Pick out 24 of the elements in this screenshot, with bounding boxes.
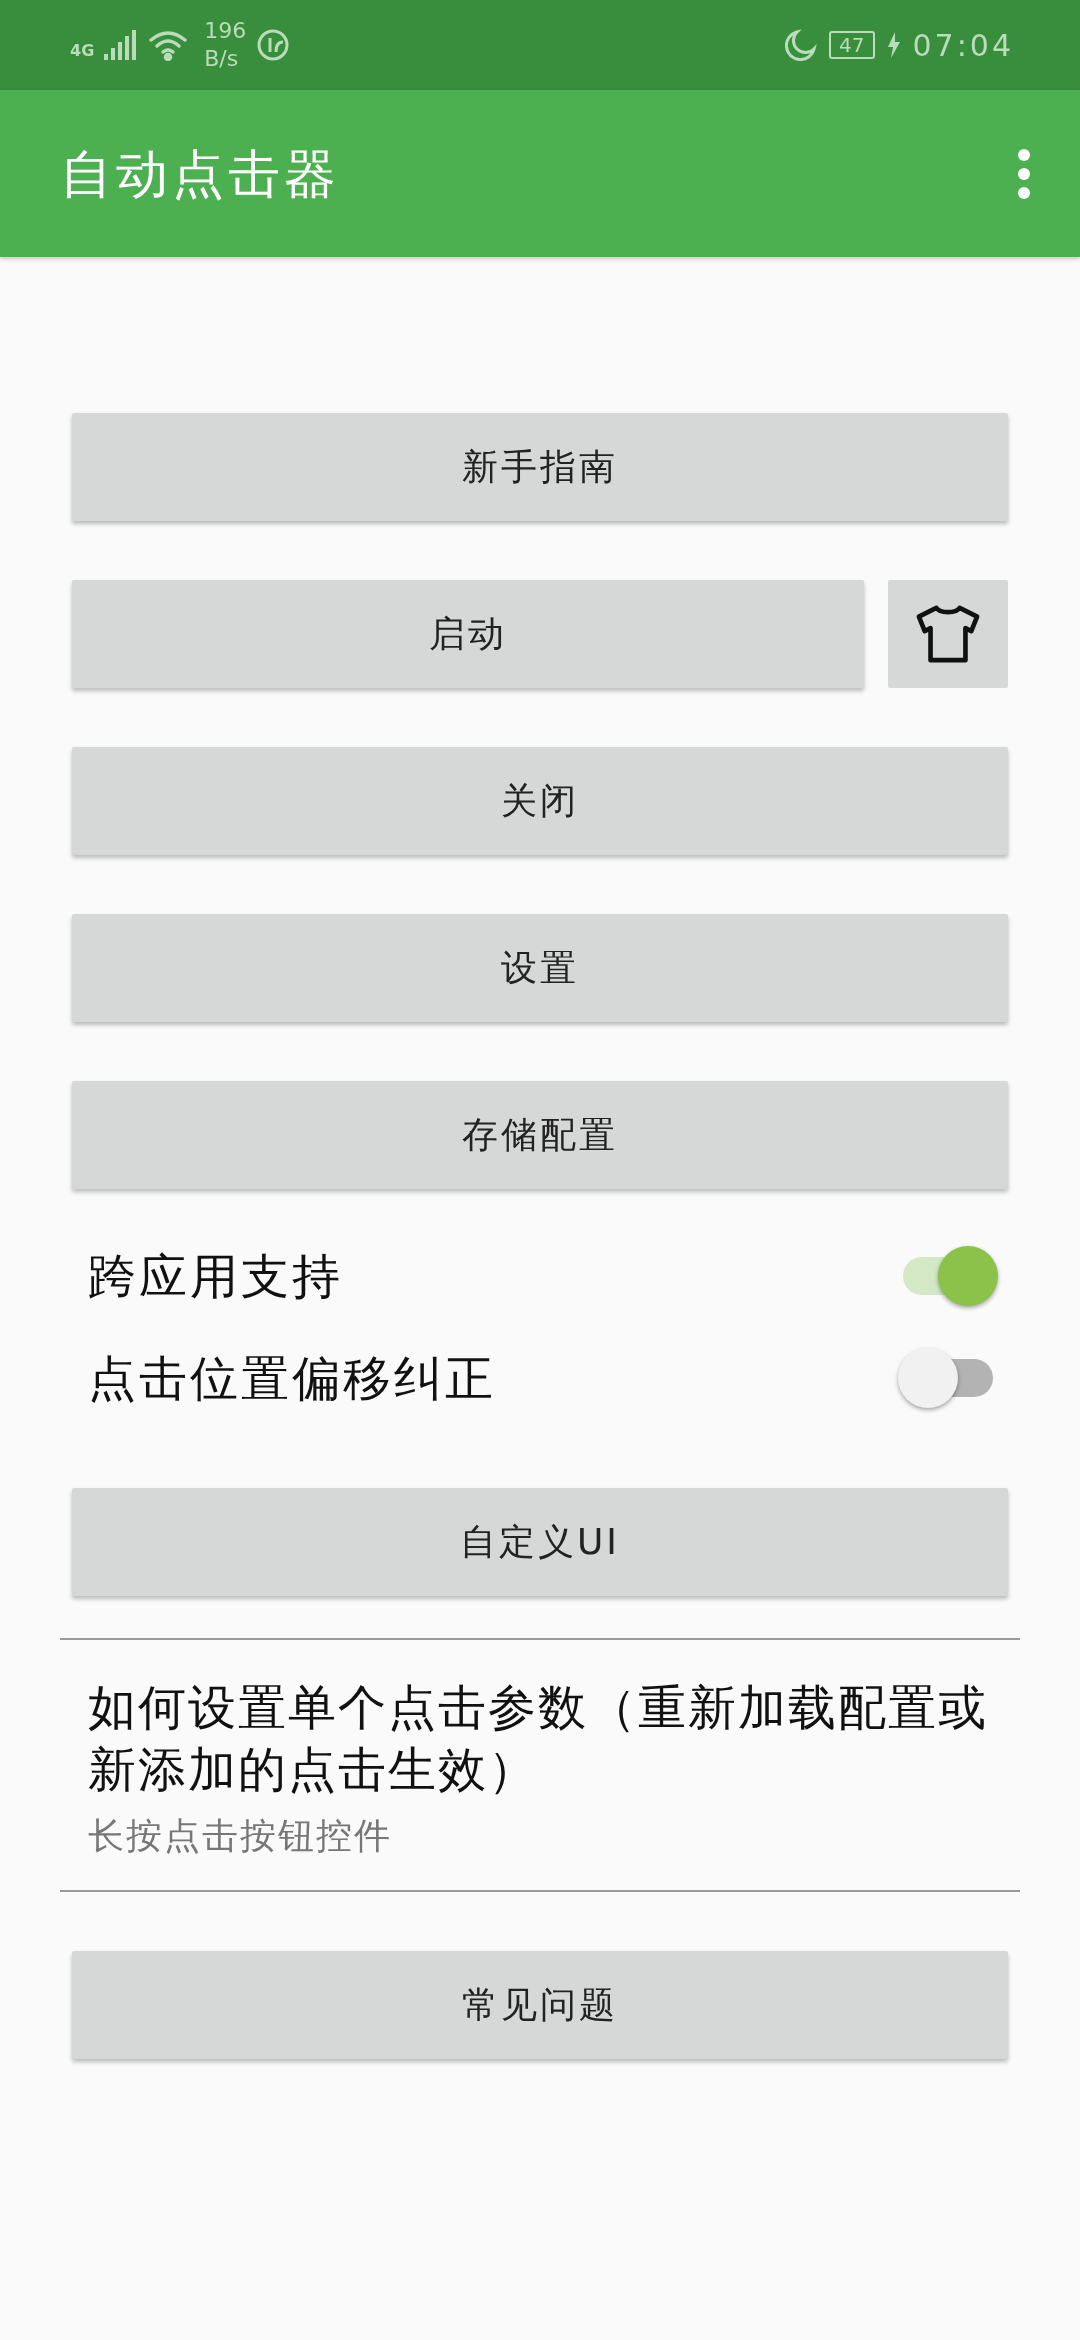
menu-button[interactable]: 常见问题 — [72, 1951, 1008, 2059]
battery-level: 47 — [829, 31, 875, 59]
menu-button[interactable]: 关闭 — [72, 747, 1008, 855]
charging-icon — [886, 32, 901, 58]
menu-button[interactable]: 自定义UI — [72, 1488, 1008, 1596]
theme-button[interactable] — [888, 580, 1008, 688]
switch-label: 点击位置偏移纠正 — [88, 1349, 496, 1408]
speed-unit: B/s — [204, 45, 240, 73]
menu-button[interactable]: 设置 — [72, 914, 1008, 1022]
menu-button[interactable]: 启动 — [72, 580, 864, 688]
clock: 07:04 — [912, 26, 1014, 65]
menu-button[interactable]: 新手指南 — [72, 413, 1008, 521]
signal-icon — [104, 30, 139, 60]
moon-icon — [785, 29, 818, 61]
wifi-icon — [148, 29, 189, 61]
info-subtitle: 长按点击按钮控件 — [88, 1814, 393, 1858]
network-type: 4G — [70, 40, 95, 62]
app-title: 自动点击器 — [60, 142, 340, 206]
switch-label: 跨应用支持 — [88, 1247, 343, 1306]
speed-value: 196 — [204, 17, 247, 45]
leaf-badge-icon — [256, 28, 291, 62]
more-options-icon[interactable] — [1016, 147, 1032, 200]
info-title: 如何设置单个点击参数（重新加载配置或新添加的点击生效） — [88, 1678, 989, 1799]
menu-button[interactable]: 存储配置 — [72, 1081, 1008, 1189]
